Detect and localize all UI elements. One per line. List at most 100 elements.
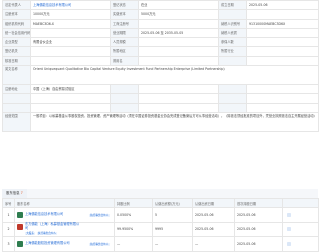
info-value [246,55,319,67]
equity-chart-icon[interactable] [287,227,291,232]
company-logo-icon [17,240,23,247]
info-value: MAEBC3D6-X [30,18,111,29]
info-value: 在业 [138,0,219,11]
info-value [138,93,219,104]
info-key [110,93,139,104]
row-actions [282,221,319,237]
tag-list: 执行事务合伙人 [89,213,111,218]
table-row: 1 上海佛能信息技术有限公司 执行事务合伙人 0.0500% 5 2025-05-06 20… [2,207,319,223]
info-key: 纳税人识别号 [218,18,247,29]
info-key [218,9,247,20]
subscribed-date: — [192,236,235,252]
holding-percent: 0.0500% [114,207,153,223]
info-value: 2025-05-06 [246,0,319,11]
info-row [2,102,319,113]
info-value[interactable]: 上海佛能信息技术有限公司 [30,0,111,11]
info-key: 法定代表人 [2,0,31,11]
column-header: 认缴出资日期 [192,198,235,208]
info-value [246,84,319,95]
business-scope-key: 经营范围 [2,111,31,132]
info-key [218,84,247,95]
tag-list: 执行事务合伙人 [89,242,111,247]
equity-chart-icon[interactable] [287,241,291,246]
column-header: 持股比例 [114,198,153,208]
shareholder-tag: 执行事务合伙人 [89,242,110,247]
shareholder-tag: 执行事务合伙人 [36,231,58,236]
tab-shareholders[interactable]: 股东信息7 [2,189,27,198]
table-row: 3 上海佛能股权投资管理有限公司 执行事务合伙人 — — —2025-05-06 [2,236,319,252]
table-row: 2 东方佛能（上海）私募基金管理有限公司大股东 执行事务合伙人 99.9500% 999… [2,221,319,237]
info-key: 核准日期 [2,55,31,67]
first-holding-date: 2025-05-06 [234,221,283,237]
info-value: 有限合伙企业 [30,37,111,48]
info-key: 所属地区 [110,46,139,57]
info-row: 注册地址 中国（上海）自由贸易试验区 [2,84,319,95]
tag-list: 大股东 执行事务合伙人 [25,231,59,236]
info-value [138,55,219,67]
info-value: 91310000MAEBC3D6X [246,18,319,29]
info-key: 注册地址 [2,84,31,95]
info-key: 纳税人资质 [218,27,247,39]
info-value: Orient Uniquequant Qualitative Bio Capit… [30,65,319,86]
info-value: 中国（上海）自由贸易试验区 [30,84,111,95]
equity-chart-icon[interactable] [287,212,291,217]
shareholder-name-link[interactable]: 东方佛能（上海）私募基金管理有限公司 [25,223,81,230]
shareholder-cell: 上海佛能信息技术有限公司 执行事务合伙人 [14,207,115,223]
company-info-table: 法定代表人 上海佛能信息技术有限公司 登记状态 在业 成立日期 2025-05-06 注册资… [2,0,319,132]
info-value [138,46,219,57]
column-header: 首次持股日期 [234,198,283,208]
info-value [30,55,111,67]
info-key [218,93,247,104]
info-value [246,102,319,113]
info-key: 营业期限 [110,27,139,39]
info-key: 注册资本 [2,9,31,20]
info-row: 注册资本 10000万元 实缴资本 5000万元 [2,9,319,20]
info-value [30,46,111,57]
shareholder-name-link[interactable]: 上海佛能股权投资管理有限公司 [25,241,81,246]
info-key: 曾用名 [110,55,139,67]
company-logo-icon [17,223,23,230]
column-header: 股东名称 [14,198,115,208]
row-number: 1 [2,207,15,223]
info-key: 组织机构代码 [2,18,31,29]
subscribed-date: 2025-05-06 [192,221,235,237]
column-header: 序号 [2,198,15,208]
info-key: 人员规模 [110,37,139,48]
info-key: 成立日期 [218,0,247,11]
info-key: 所属行业 [218,46,247,57]
first-holding-date: 2025-05-06 [234,207,283,223]
info-key: 英文名称 [2,65,31,86]
info-key: 参保人数 [218,37,247,48]
tab-label: 股东信息 [6,191,20,195]
info-value: 2025-05-06 至 2035-05-05 [138,27,219,39]
info-row: 企业类型 有限合伙企业 人员规模 参保人数 [2,37,319,48]
row-actions [282,236,319,252]
holding-percent: — [114,236,153,252]
info-row: 组织机构代码 MAEBC3D6-X 工商注册号 纳税人识别号 91310000MAEBC… [2,18,319,29]
holding-percent: 99.9500% [114,221,153,237]
info-value [246,93,319,104]
info-value [138,37,219,48]
info-key: 企业类型 [2,37,31,48]
info-value [138,102,219,113]
info-key: 实缴资本 [110,9,139,20]
info-key [218,102,247,113]
column-header [282,198,319,208]
info-row: 英文名称 Orient Uniquequant Qualitative Bio C… [2,65,319,86]
info-value [246,9,319,20]
subscribed-amount: 5 [152,207,193,223]
company-logo-icon [17,211,23,218]
first-holding-date: 2025-05-06 [234,236,283,252]
subscribed-amount: — [152,236,193,252]
column-header: 认缴出资额(万元) [152,198,193,208]
info-key: 统一社会信用代码 [2,27,31,39]
shareholder-name-link[interactable]: 上海佛能信息技术有限公司 [25,212,81,217]
business-scope-row: 经营范围 一般项目：以私募基金从事股权投资、投资管理、资产管理等活动（须在中国证券… [2,111,319,132]
shareholder-cell: 东方佛能（上海）私募基金管理有限公司大股东 执行事务合伙人 [14,221,115,237]
info-value: 10000万元 [30,9,111,20]
info-row: 统一社会信用代码 营业期限 2025-05-06 至 2035-05-05 纳税人资质 [2,27,319,39]
info-key [2,102,31,113]
info-value [246,46,319,57]
business-scope-value: 一般项目：以私募基金从事股权投资、投资管理、资产管理等活动（须在中国证券投资基金… [30,111,319,132]
company-info-page: 法定代表人 上海佛能信息技术有限公司 登记状态 在业 成立日期 2025-05-06 注册资… [0,0,320,252]
